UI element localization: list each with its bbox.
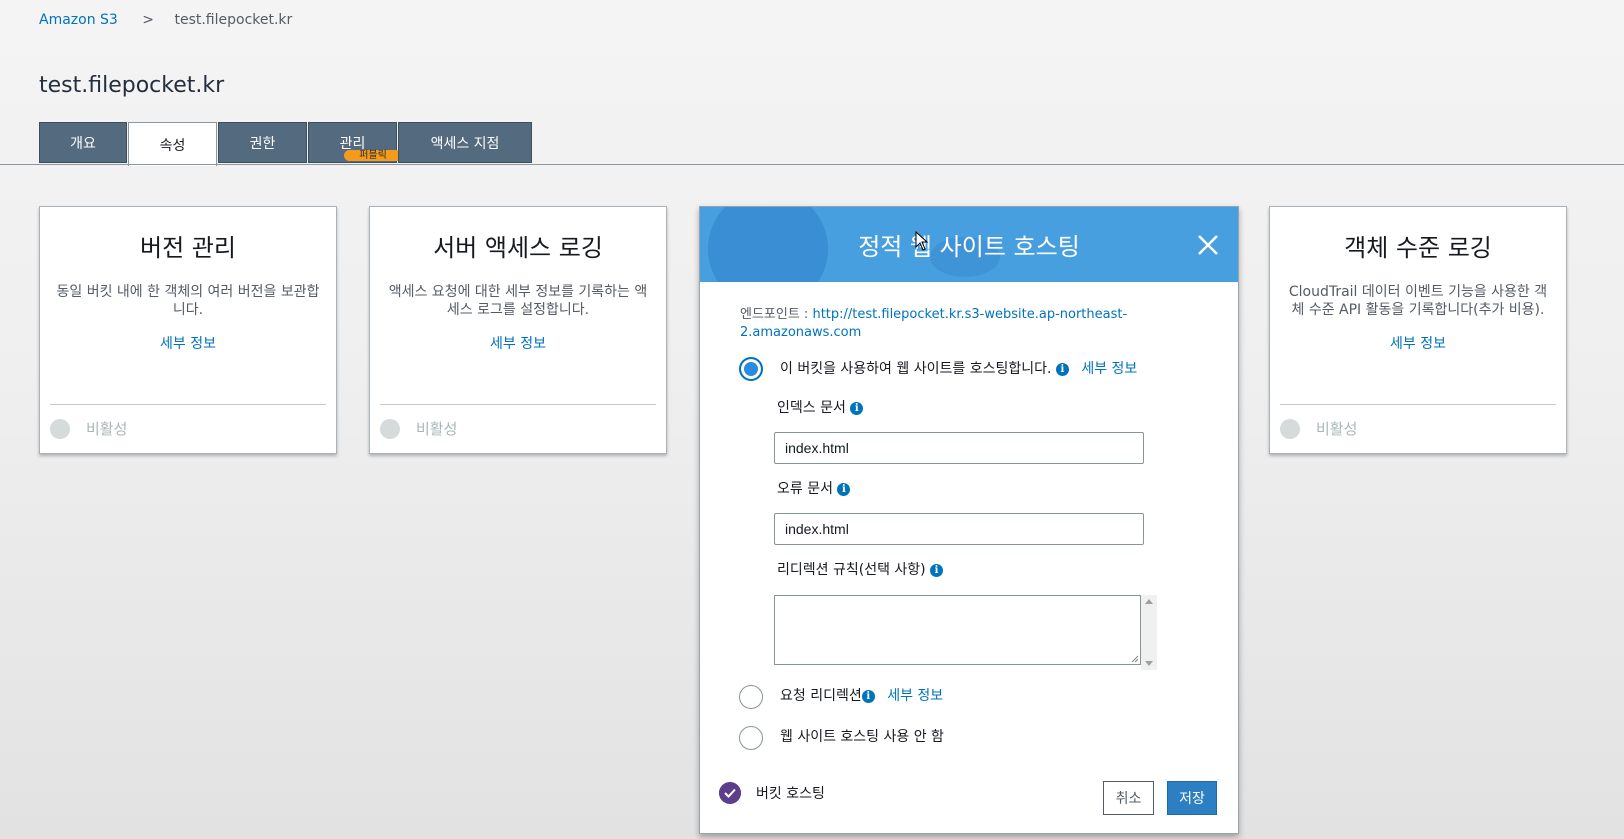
card-divider xyxy=(1280,404,1556,405)
disable-hosting-label: 웹 사이트 호스팅 사용 안 함 xyxy=(780,729,944,745)
tab-divider xyxy=(0,164,1624,165)
tab-access-points[interactable]: 액세스 지점 xyxy=(398,122,532,163)
info-icon[interactable]: i xyxy=(930,563,944,577)
endpoint-label: 엔드포인트 : xyxy=(740,307,813,322)
tab-bar: 개요 속성 권한 관리 퍼블릭 액세스 지점 xyxy=(39,122,533,166)
public-badge: 퍼블릭 xyxy=(344,150,402,161)
redirection-rules-label-text: 리디렉션 규칙(선택 사항) xyxy=(777,562,926,578)
tab-overview[interactable]: 개요 xyxy=(39,122,127,163)
card-status: 비활성 xyxy=(50,418,127,439)
tab-management[interactable]: 관리 퍼블릭 xyxy=(308,122,402,163)
endpoint: 엔드포인트 : http://test.filepocket.kr.s3-web… xyxy=(740,306,1140,342)
card-status: 비활성 xyxy=(380,418,457,439)
error-document-label-text: 오류 문서 xyxy=(777,481,833,497)
server-access-logging-card[interactable]: 서버 액세스 로깅 액세스 요청에 대한 세부 정보를 기록하는 액세스 로그를… xyxy=(369,206,667,454)
cancel-button[interactable]: 취소 xyxy=(1103,781,1154,815)
save-button[interactable]: 저장 xyxy=(1167,781,1217,815)
versioning-card[interactable]: 버전 관리 동일 버킷 내에 한 객체의 여러 버전을 보관합니다. 세부 정보… xyxy=(39,206,337,454)
object-level-logging-card[interactable]: 객체 수준 로깅 CloudTrail 데이터 이벤트 기능을 사용한 객체 수… xyxy=(1269,206,1567,454)
redirection-rules-label: 리디렉션 규칙(선택 사항) i xyxy=(777,559,944,579)
panel-header: 정적 웹 사이트 호스팅 xyxy=(700,207,1238,282)
error-document-label: 오류 문서 i xyxy=(777,478,851,498)
card-description: 동일 버킷 내에 한 객체의 여러 버전을 보관합니다. xyxy=(56,284,320,318)
redirect-requests-radio[interactable] xyxy=(739,685,763,709)
status-dot-icon xyxy=(1280,418,1300,439)
page-title: test.filepocket.kr xyxy=(39,73,225,98)
bucket-hosting-status: 버킷 호스팅 xyxy=(756,786,825,802)
breadcrumb-current: test.filepocket.kr xyxy=(174,12,293,28)
status-dot-icon xyxy=(380,418,400,439)
redirect-requests-label: 요청 리디렉션 xyxy=(780,688,862,704)
card-divider xyxy=(380,404,656,405)
host-website-details-link[interactable]: 세부 정보 xyxy=(1081,361,1137,377)
card-status: 비활성 xyxy=(1280,418,1357,439)
card-divider xyxy=(50,404,326,405)
card-status-label: 비활성 xyxy=(416,420,458,438)
panel-title: 정적 웹 사이트 호스팅 xyxy=(858,233,1080,261)
static-website-hosting-panel: 정적 웹 사이트 호스팅 엔드포인트 : http://test.filepoc… xyxy=(699,206,1239,834)
status-dot-icon xyxy=(50,418,70,439)
host-website-label: 이 버킷을 사용하여 웹 사이트를 호스팅합니다. xyxy=(780,361,1052,377)
host-website-radio[interactable] xyxy=(739,357,763,381)
redirect-requests-option: 요청 리디렉션 i 세부 정보 xyxy=(780,685,943,705)
check-icon xyxy=(719,782,741,804)
info-icon[interactable]: i xyxy=(1055,362,1069,376)
disable-hosting-radio[interactable] xyxy=(739,726,763,750)
breadcrumb-amazon-s3-link[interactable]: Amazon S3 xyxy=(39,12,118,28)
scroll-down-arrow-icon[interactable] xyxy=(1145,661,1153,666)
card-details-link[interactable]: 세부 정보 xyxy=(370,333,666,353)
index-document-label-text: 인덱스 문서 xyxy=(777,400,846,416)
redirection-rules-textarea[interactable] xyxy=(774,595,1141,665)
resize-handle-icon[interactable] xyxy=(1131,655,1139,663)
close-icon[interactable] xyxy=(1196,233,1220,257)
breadcrumb: Amazon S3 > test.filepocket.kr xyxy=(39,12,292,28)
index-document-input[interactable] xyxy=(774,432,1144,464)
tab-permissions[interactable]: 권한 xyxy=(218,122,307,163)
card-title: 서버 액세스 로깅 xyxy=(433,234,603,262)
mouse-cursor-icon xyxy=(915,231,929,251)
info-icon[interactable]: i xyxy=(837,482,851,496)
card-description: 액세스 요청에 대한 세부 정보를 기록하는 액세스 로그를 설정합니다. xyxy=(388,284,648,318)
card-description: CloudTrail 데이터 이벤트 기능을 사용한 객체 수준 API 활동을… xyxy=(1288,284,1548,318)
card-details-link[interactable]: 세부 정보 xyxy=(1270,333,1566,353)
tab-properties[interactable]: 속성 xyxy=(128,122,217,166)
card-title: 버전 관리 xyxy=(140,234,236,262)
info-icon[interactable]: i xyxy=(850,401,864,415)
chevron-right-icon: > xyxy=(142,12,155,28)
redirect-requests-details-link[interactable]: 세부 정보 xyxy=(887,688,943,704)
host-website-option: 이 버킷을 사용하여 웹 사이트를 호스팅합니다. i 세부 정보 xyxy=(780,358,1137,378)
card-status-label: 비활성 xyxy=(1316,420,1358,438)
error-document-input[interactable] xyxy=(774,513,1144,545)
card-status-label: 비활성 xyxy=(86,420,128,438)
info-icon[interactable]: i xyxy=(861,689,875,703)
card-title: 객체 수준 로깅 xyxy=(1344,234,1492,262)
card-details-link[interactable]: 세부 정보 xyxy=(40,333,336,353)
scroll-up-arrow-icon[interactable] xyxy=(1145,599,1153,604)
textarea-scrollbar[interactable] xyxy=(1141,595,1157,670)
index-document-label: 인덱스 문서 i xyxy=(777,397,864,417)
